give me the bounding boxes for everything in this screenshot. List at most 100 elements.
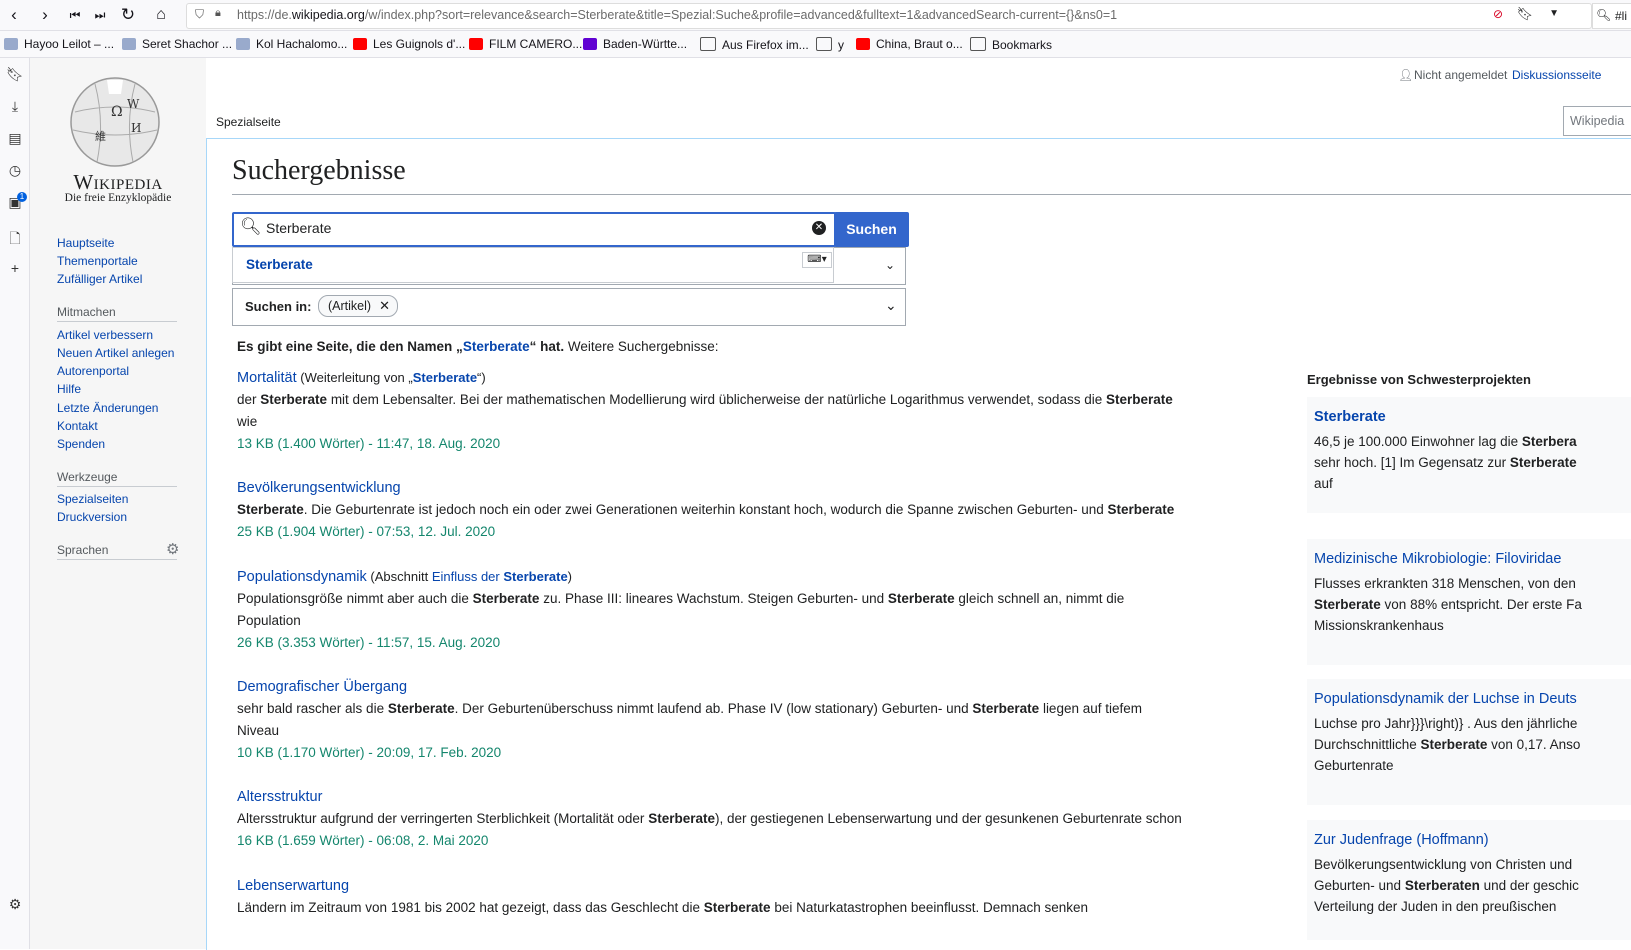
- nav-special-pages[interactable]: Spezialseiten: [57, 492, 128, 506]
- settings-icon[interactable]: ⚙: [6, 896, 24, 914]
- result-title-link[interactable]: Lebenserwartung: [237, 878, 349, 894]
- bookmark-item[interactable]: Seret Shachor ...: [122, 37, 232, 51]
- bookmark-item[interactable]: China, Braut o...: [856, 37, 963, 51]
- clear-search-icon[interactable]: ✕: [812, 221, 826, 235]
- nav-help[interactable]: Hilfe: [57, 382, 81, 396]
- bookmarks-icon[interactable]: 🔖︎: [6, 66, 24, 84]
- search-text[interactable]: #li: [1615, 9, 1627, 23]
- result-meta: 25 KB (1.904 Wörter) - 07:53, 12. Jul. 2…: [237, 524, 496, 539]
- sprachen-heading: Sprachen: [57, 543, 109, 557]
- lock-icon[interactable]: 🔒︎: [215, 7, 221, 20]
- chevron-down-icon[interactable]: ⌄: [885, 258, 895, 272]
- result-title-link[interactable]: Mortalität: [237, 370, 297, 386]
- youtube-icon: [353, 38, 367, 50]
- sister-title-link[interactable]: Populationsdynamik der Luchse in Deuts: [1314, 691, 1577, 707]
- bookmark-item[interactable]: y: [816, 37, 844, 52]
- redirect-link[interactable]: Sterberate: [413, 370, 477, 385]
- user-icon: 👤︎: [1398, 68, 1414, 82]
- reader-icon[interactable]: ▤: [6, 130, 24, 148]
- search-query-text[interactable]: Sterberate: [266, 220, 331, 236]
- divider: [57, 559, 177, 560]
- skip-forward-icon[interactable]: ⏭: [89, 4, 111, 26]
- talk-page-link[interactable]: Diskussionsseite: [1512, 68, 1601, 82]
- page-icon[interactable]: 🗋︎: [6, 228, 24, 246]
- redirect-link[interactable]: Einfluss der Sterberate: [432, 569, 568, 584]
- search-in-row[interactable]: Suchen in: (Artikel) ✕ ⌄: [232, 288, 906, 326]
- nav-print-version[interactable]: Druckversion: [57, 510, 127, 524]
- bookmarks-bar: Hayoo Leilot – ... Seret Shachor ... Kol…: [0, 31, 1631, 58]
- browser-search-box[interactable]: 🔍︎ #li: [1592, 3, 1631, 29]
- history-icon[interactable]: ◷: [6, 162, 24, 180]
- svg-text:W: W: [127, 97, 140, 111]
- no-script-icon[interactable]: ⊘: [1493, 7, 1503, 21]
- not-logged-in-text: Nicht angemeldet: [1414, 68, 1508, 82]
- bookmark-item[interactable]: Baden-Württe...: [583, 37, 687, 51]
- suggestion-dropdown: Sterberate ⌨▾: [232, 247, 834, 283]
- nav-new-article[interactable]: Neuen Artikel anlegen: [57, 346, 174, 360]
- nav-themenportale[interactable]: Themenportale: [57, 254, 138, 268]
- bookmark-item[interactable]: FILM CAMERO...: [469, 37, 582, 51]
- svg-text:維: 維: [95, 130, 106, 143]
- nav-author-portal[interactable]: Autorenportal: [57, 364, 129, 378]
- sister-title-link[interactable]: Medizinische Mikrobiologie: Filoviridae: [1314, 551, 1561, 567]
- chevron-down-icon[interactable]: ⌄: [885, 297, 897, 314]
- wikipedia-globe-logo[interactable]: Ω W И 維: [64, 72, 166, 168]
- mitmachen-heading: Mitmachen: [57, 305, 116, 319]
- result-title-link[interactable]: Altersstruktur: [237, 789, 322, 805]
- reload-icon[interactable]: ↻: [117, 4, 139, 26]
- shield-icon[interactable]: ⛉: [195, 7, 204, 22]
- result-redirect-note: (Weiterleitung von „Sterberate“): [296, 370, 486, 385]
- result-title-link[interactable]: Populationsdynamik: [237, 569, 367, 585]
- bookmark-item[interactable]: Hayoo Leilot – ...: [4, 37, 114, 51]
- result-title-link[interactable]: Bevölkerungsentwicklung: [237, 480, 401, 496]
- add-icon[interactable]: +: [6, 260, 24, 278]
- yahoo-icon: [583, 38, 597, 50]
- remove-chip-icon[interactable]: ✕: [379, 296, 390, 316]
- bookmark-item[interactable]: Aus Firefox im...: [700, 37, 809, 52]
- search-field[interactable]: 🔍︎ Sterberate ✕: [232, 212, 836, 247]
- search-button[interactable]: Suchen: [834, 212, 909, 247]
- url-bar[interactable]: ⛉ 🔒︎ https://de.wikipedia.org/w/index.ph…: [186, 3, 1592, 29]
- url-text[interactable]: https://de.wikipedia.org/w/index.php?sor…: [237, 8, 1117, 22]
- nav-recent-changes[interactable]: Letzte Änderungen: [57, 401, 158, 415]
- nav-hauptseite[interactable]: Hauptseite: [57, 236, 114, 250]
- skip-back-icon[interactable]: ⏮: [64, 4, 86, 26]
- wiki-search-input[interactable]: Wikipedia: [1563, 106, 1631, 136]
- result-snippet: Ländern im Zeitraum von 1981 bis 2002 ha…: [237, 900, 1089, 915]
- home-icon[interactable]: ⌂: [150, 4, 172, 26]
- download-icon[interactable]: ⤓: [6, 98, 24, 116]
- nav-donate[interactable]: Spenden: [57, 437, 105, 451]
- forward-icon[interactable]: ›: [34, 4, 56, 26]
- nav-random-article[interactable]: Zufälliger Artikel: [57, 272, 142, 286]
- sister-snippet: Flusses erkrankten 318 Menschen, von den…: [1314, 576, 1582, 633]
- bookmark-item[interactable]: Bookmarks: [970, 37, 1052, 52]
- main-content: Suchergebnisse 🔍︎ Sterberate ✕ Suchen St…: [206, 138, 1631, 950]
- keyboard-icon[interactable]: ⌨▾: [802, 252, 832, 268]
- sister-title-link[interactable]: Sterberate: [1314, 409, 1386, 425]
- result-meta: 13 KB (1.400 Wörter) - 11:47, 18. Aug. 2…: [237, 436, 501, 451]
- nav-improve-article[interactable]: Artikel verbessern: [57, 328, 153, 342]
- dropdown-icon[interactable]: ▼: [1549, 8, 1559, 19]
- search-result: Lebenserwartung Ländern im Zeitraum von 1…: [237, 875, 1197, 919]
- tab-special-page[interactable]: Spezialseite: [207, 104, 293, 139]
- back-icon[interactable]: ‹: [3, 4, 25, 26]
- bookmark-item[interactable]: Les Guignols d'...: [353, 37, 465, 51]
- search-icon: 🔍︎: [1596, 8, 1612, 22]
- namespace-chip[interactable]: (Artikel) ✕: [318, 295, 399, 317]
- language-settings-gear-icon[interactable]: ⚙: [166, 540, 179, 558]
- search-result: Demografischer Übergang sehr bald rascher…: [237, 676, 1197, 764]
- result-meta: 26 KB (3.353 Wörter) - 11:57, 15. Aug. 2…: [237, 635, 501, 650]
- result-title-link[interactable]: Demografischer Übergang: [237, 679, 407, 695]
- bookmark-star-icon[interactable]: 🔖︎: [1516, 6, 1533, 22]
- result-redirect-note: (Abschnitt Einfluss der Sterberate): [366, 569, 573, 584]
- result-meta: 16 KB (1.659 Wörter) - 06:08, 2. Mai 202…: [237, 833, 489, 848]
- search-in-label: Suchen in:: [245, 299, 312, 314]
- sister-title-link[interactable]: Zur Judenfrage (Hoffmann): [1314, 832, 1489, 848]
- divider: [57, 486, 177, 487]
- exact-match-link[interactable]: Sterberate: [463, 339, 530, 354]
- suggestion-item[interactable]: Sterberate: [246, 257, 313, 272]
- result-snippet: Populationsgröße nimmt aber auch die Ste…: [237, 591, 1125, 628]
- bookmark-item[interactable]: Kol Hachalomo...: [236, 37, 347, 51]
- nav-contact[interactable]: Kontakt: [57, 419, 98, 433]
- sister-snippet: Luchse pro Jahr}}}\right)} . Aus den jäh…: [1314, 716, 1581, 773]
